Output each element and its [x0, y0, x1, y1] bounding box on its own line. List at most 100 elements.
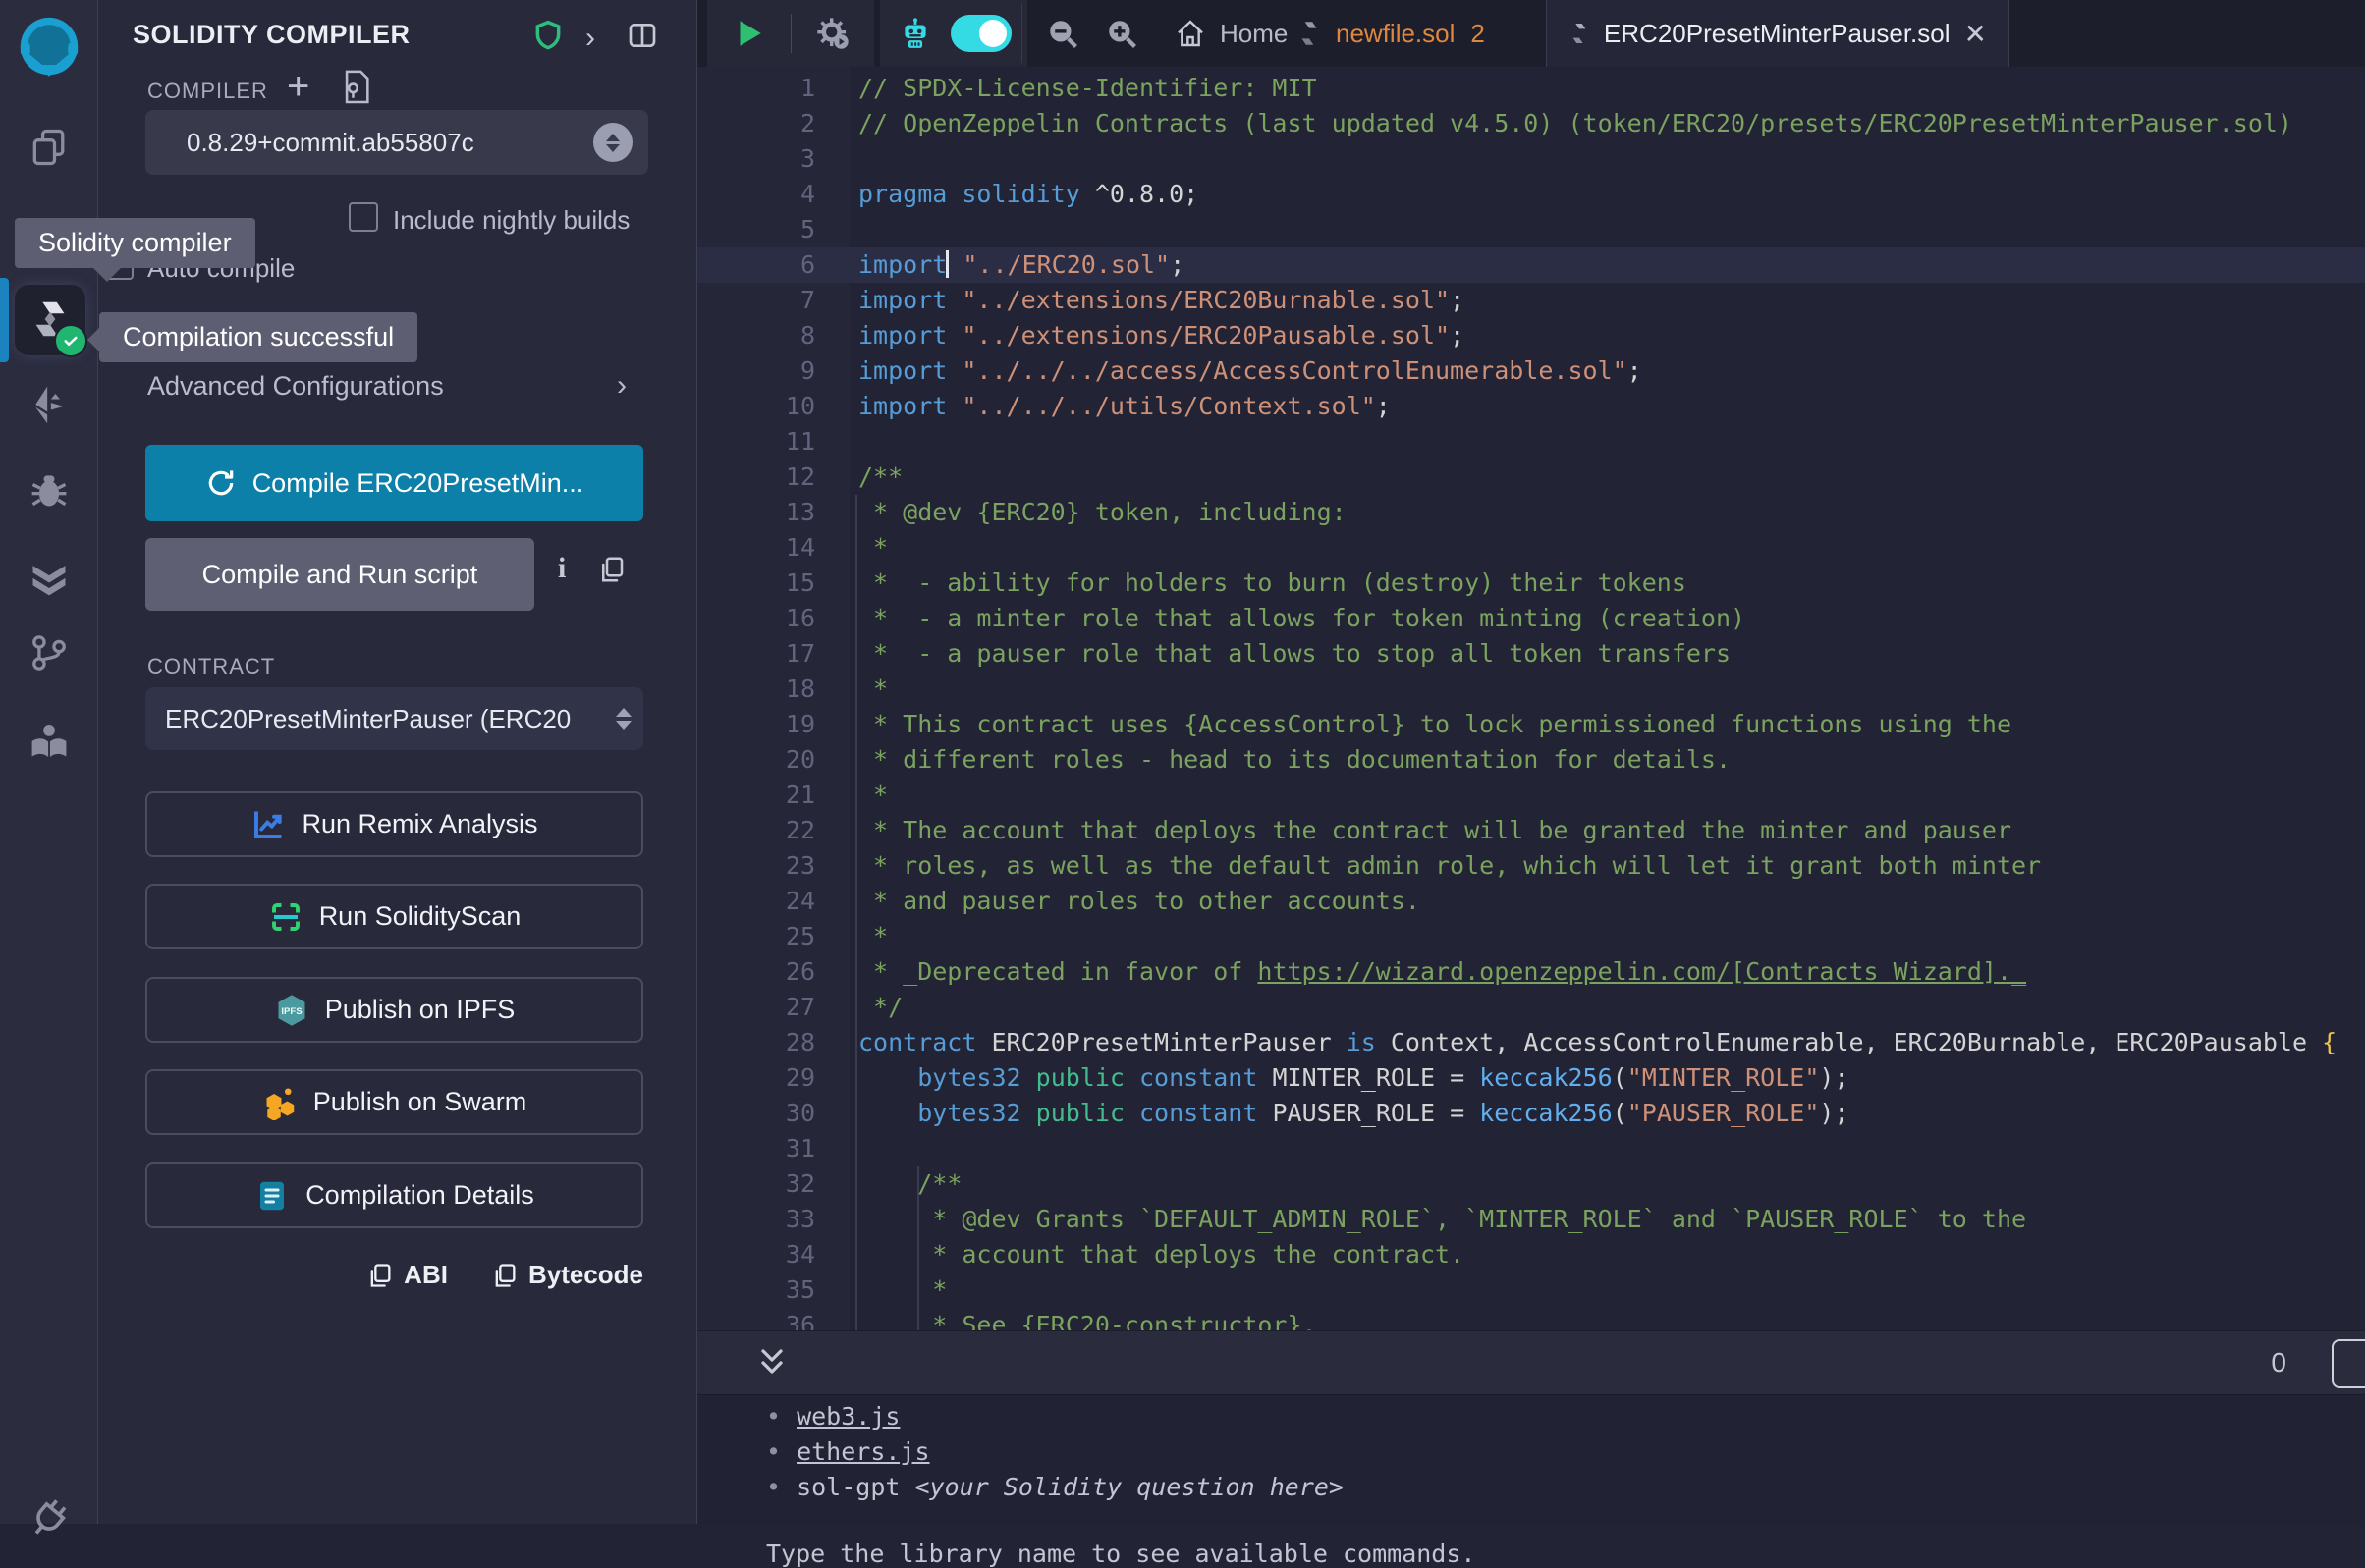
- code-line[interactable]: 14 *: [697, 530, 2365, 566]
- close-tab-icon[interactable]: ✕: [1964, 18, 1987, 50]
- copy-abi-button[interactable]: ABI: [366, 1260, 448, 1290]
- code-line[interactable]: 35 *: [697, 1272, 2365, 1308]
- publish-swarm-button[interactable]: Publish on Swarm: [145, 1069, 643, 1135]
- line-number[interactable]: 20: [697, 742, 815, 778]
- code-line[interactable]: 1// SPDX-License-Identifier: MIT: [697, 71, 2365, 106]
- line-number[interactable]: 31: [697, 1131, 815, 1166]
- code-line[interactable]: 22 * The account that deploys the contra…: [697, 813, 2365, 848]
- code-line[interactable]: 29 bytes32 public constant MINTER_ROLE =…: [697, 1060, 2365, 1096]
- code-line[interactable]: 30 bytes32 public constant PAUSER_ROLE =…: [697, 1096, 2365, 1131]
- copy-icon[interactable]: [597, 555, 627, 584]
- code-line[interactable]: 36 * See {ERC20-constructor}.: [697, 1308, 2365, 1330]
- line-number[interactable]: 16: [697, 601, 815, 636]
- line-number[interactable]: 25: [697, 919, 815, 954]
- terminal-output[interactable]: •web3.js •ethers.js •sol-gpt <your Solid…: [697, 1396, 2365, 1524]
- line-number[interactable]: 7: [697, 283, 815, 318]
- line-number[interactable]: 10: [697, 389, 815, 424]
- expand-chevron-icon[interactable]: ›: [585, 22, 617, 53]
- line-number[interactable]: 33: [697, 1202, 815, 1237]
- line-number[interactable]: 30: [697, 1096, 815, 1131]
- code-line[interactable]: 7import "../extensions/ERC20Burnable.sol…: [697, 283, 2365, 318]
- code-line[interactable]: 5: [697, 212, 2365, 247]
- code-line[interactable]: 9import "../../../access/AccessControlEn…: [697, 353, 2365, 389]
- line-number[interactable]: 23: [697, 848, 815, 884]
- compilation-details-button[interactable]: Compilation Details: [145, 1162, 643, 1228]
- line-number[interactable]: 4: [697, 177, 815, 212]
- line-number[interactable]: 24: [697, 884, 815, 919]
- run-config-gear-icon[interactable]: [813, 14, 852, 53]
- zoom-in-icon[interactable]: [1102, 14, 1141, 53]
- line-number[interactable]: 28: [697, 1025, 815, 1060]
- run-solidityscan-button[interactable]: Run SolidityScan: [145, 884, 643, 949]
- line-number[interactable]: 19: [697, 707, 815, 742]
- code-line[interactable]: 13 * @dev {ERC20} token, including:: [697, 495, 2365, 530]
- code-line[interactable]: 17 * - a pauser role that allows to stop…: [697, 636, 2365, 672]
- publish-ipfs-button[interactable]: IPFS Publish on IPFS: [145, 977, 643, 1043]
- compile-and-run-button[interactable]: Compile and Run script: [145, 538, 534, 611]
- line-number[interactable]: 17: [697, 636, 815, 672]
- line-number[interactable]: 6: [697, 247, 815, 283]
- copy-bytecode-button[interactable]: Bytecode: [491, 1260, 643, 1290]
- line-number[interactable]: 8: [697, 318, 815, 353]
- code-line[interactable]: 18 *: [697, 672, 2365, 707]
- code-line[interactable]: 11: [697, 424, 2365, 460]
- code-line[interactable]: 26 * _Deprecated in favor of https://wiz…: [697, 954, 2365, 990]
- advanced-chevron-icon[interactable]: ›: [617, 369, 627, 403]
- code-line[interactable]: 4pragma solidity ^0.8.0;: [697, 177, 2365, 212]
- line-number[interactable]: 12: [697, 460, 815, 495]
- play-run-icon[interactable]: [729, 14, 768, 53]
- line-number[interactable]: 26: [697, 954, 815, 990]
- add-compiler-icon[interactable]: +: [287, 65, 309, 109]
- line-number[interactable]: 15: [697, 566, 815, 601]
- terminal-search-box[interactable]: [2332, 1339, 2365, 1388]
- deploy-run-icon[interactable]: [26, 381, 73, 428]
- remix-logo[interactable]: [12, 12, 86, 86]
- file-explorer-icon[interactable]: [26, 124, 73, 171]
- web3-link[interactable]: web3.js: [797, 1402, 900, 1431]
- line-number[interactable]: 21: [697, 778, 815, 813]
- line-number[interactable]: 29: [697, 1060, 815, 1096]
- static-analysis-icon[interactable]: [26, 554, 73, 601]
- code-line[interactable]: 28contract ERC20PresetMinterPauser is Co…: [697, 1025, 2365, 1060]
- ai-toggle[interactable]: [951, 15, 1012, 52]
- compiler-version-select[interactable]: 0.8.29+commit.ab55807c: [145, 110, 648, 175]
- code-line[interactable]: 20 * different roles - head to its docum…: [697, 742, 2365, 778]
- line-number[interactable]: 14: [697, 530, 815, 566]
- zoom-out-icon[interactable]: [1043, 14, 1082, 53]
- code-line[interactable]: 32 /**: [697, 1166, 2365, 1202]
- code-line[interactable]: 21 *: [697, 778, 2365, 813]
- code-line[interactable]: 12/**: [697, 460, 2365, 495]
- tab-home[interactable]: Home: [1175, 0, 1288, 67]
- ai-assistant-robot-icon[interactable]: [896, 14, 935, 53]
- code-line[interactable]: 10import "../../../utils/Context.sol";: [697, 389, 2365, 424]
- code-line[interactable]: 16 * - a minter role that allows for tok…: [697, 601, 2365, 636]
- shield-icon[interactable]: [532, 20, 564, 51]
- code-line[interactable]: 2// OpenZeppelin Contracts (last updated…: [697, 106, 2365, 141]
- line-number[interactable]: 18: [697, 672, 815, 707]
- code-line[interactable]: 25 *: [697, 919, 2365, 954]
- line-number[interactable]: 13: [697, 495, 815, 530]
- code-line[interactable]: 15 * - ability for holders to burn (dest…: [697, 566, 2365, 601]
- compile-button[interactable]: Compile ERC20PresetMin...: [145, 445, 643, 521]
- code-line[interactable]: 24 * and pauser roles to other accounts.: [697, 884, 2365, 919]
- line-number[interactable]: 1: [697, 71, 815, 106]
- line-number[interactable]: 32: [697, 1166, 815, 1202]
- contract-select[interactable]: ERC20PresetMinterPauser (ERC20: [145, 687, 643, 750]
- line-number[interactable]: 5: [697, 212, 815, 247]
- line-number[interactable]: 9: [697, 353, 815, 389]
- line-number[interactable]: 27: [697, 990, 815, 1025]
- code-line[interactable]: 34 * account that deploys the contract.: [697, 1237, 2365, 1272]
- ethers-link[interactable]: ethers.js: [797, 1437, 929, 1466]
- expand-terminal-icon[interactable]: [754, 1345, 790, 1380]
- line-number[interactable]: 35: [697, 1272, 815, 1308]
- learneth-icon[interactable]: [26, 717, 73, 764]
- line-number[interactable]: 36: [697, 1308, 815, 1330]
- code-line[interactable]: 19 * This contract uses {AccessControl} …: [697, 707, 2365, 742]
- code-line[interactable]: 6import "../ERC20.sol";: [697, 247, 2365, 283]
- line-number[interactable]: 3: [697, 141, 815, 177]
- debugger-icon[interactable]: [26, 466, 73, 514]
- line-number[interactable]: 2: [697, 106, 815, 141]
- split-panel-icon[interactable]: [627, 20, 658, 51]
- tab-erc20presetminterpauser[interactable]: ERC20PresetMinterPauser.sol ✕: [1546, 0, 2009, 67]
- code-line[interactable]: 3: [697, 141, 2365, 177]
